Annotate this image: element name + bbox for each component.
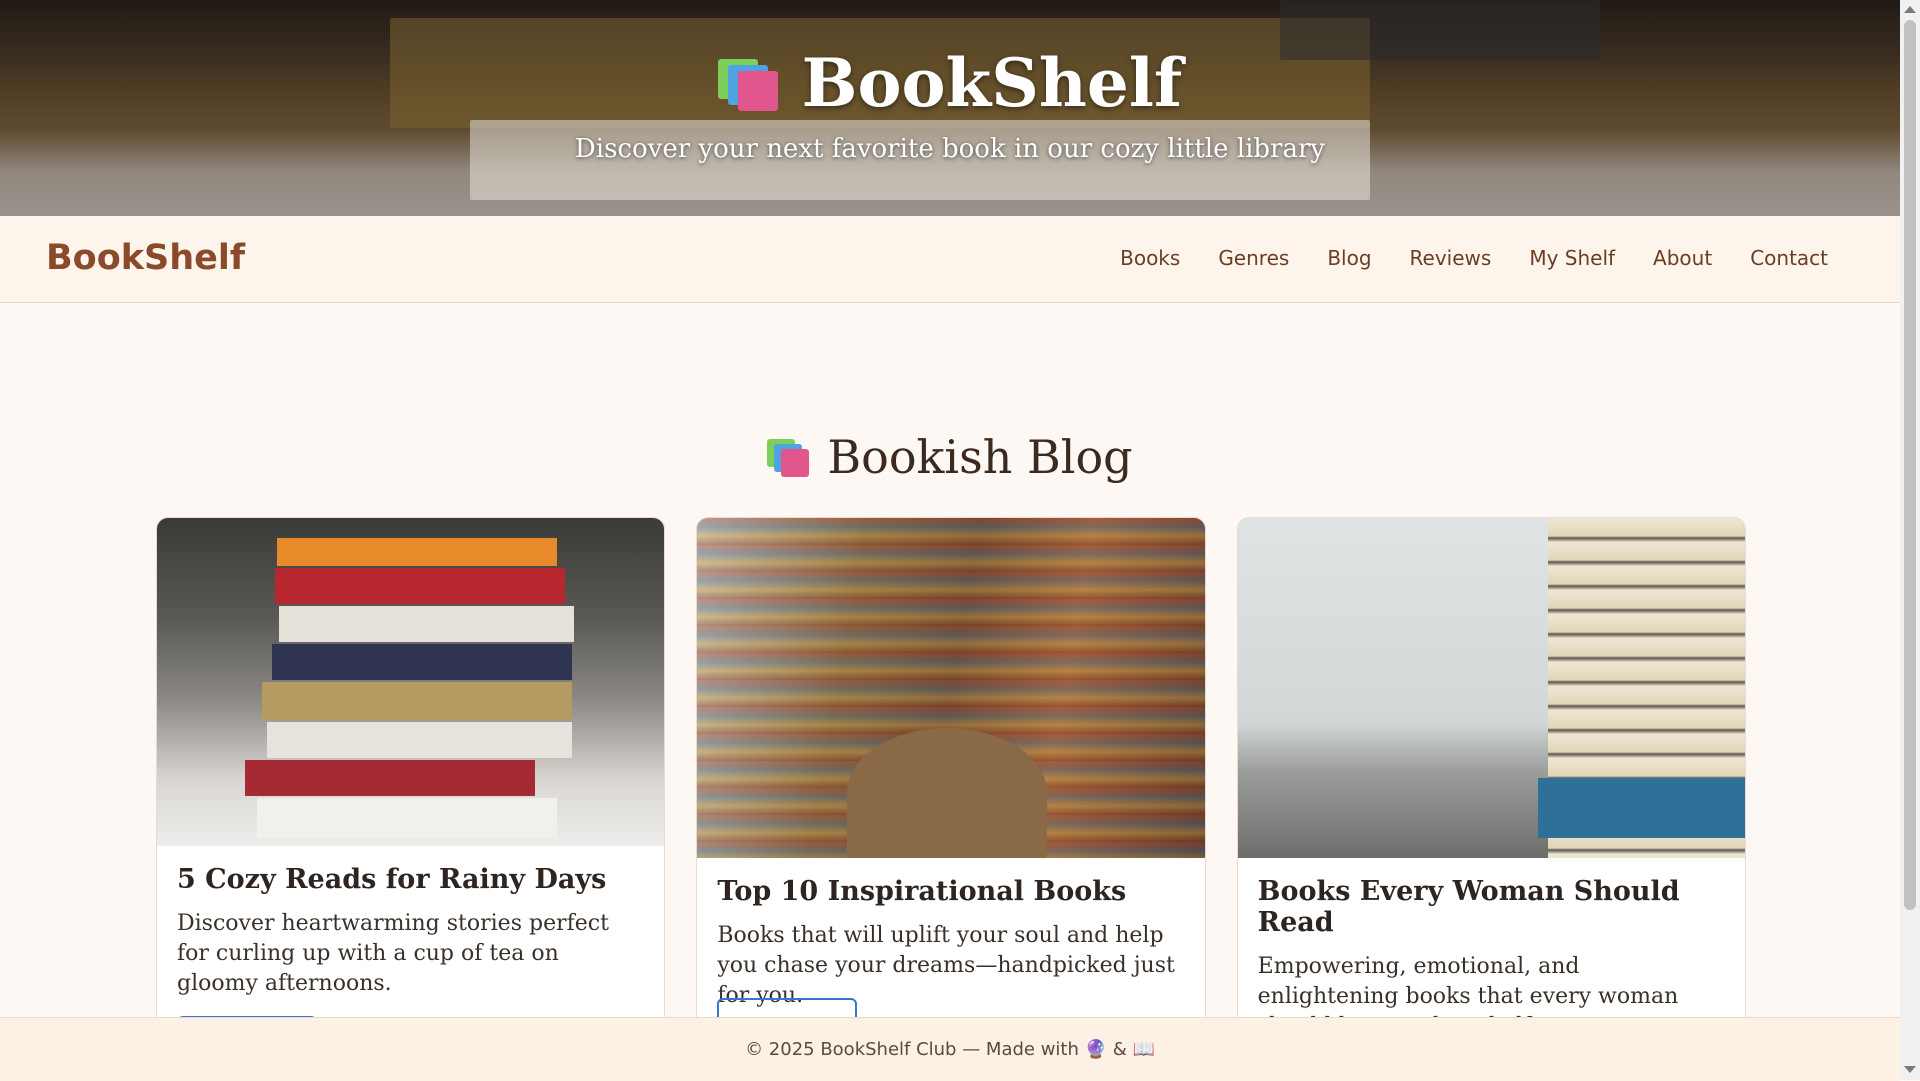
scroll-up-icon[interactable] — [1904, 6, 1916, 13]
card-title: 5 Cozy Reads for Rainy Days — [177, 864, 607, 895]
nav-link-books[interactable]: Books — [1120, 246, 1180, 270]
page-scrollbar[interactable] — [1900, 0, 1920, 1080]
blog-card[interactable]: 5 Cozy Reads for Rainy Days Discover hea… — [156, 517, 666, 1019]
card-text: Discover heartwarming stories perfect fo… — [177, 911, 609, 996]
brand-logo[interactable]: BookShelf — [46, 238, 245, 278]
footer: © 2025 BookShelf Club — Made with 🔮 & 📖 — [0, 1017, 1900, 1081]
blog-card[interactable]: Top 10 Inspirational Books Books that wi… — [696, 517, 1206, 1019]
blog-heading: Bookish Blog — [0, 430, 1900, 484]
scroll-down-icon[interactable] — [1904, 1066, 1916, 1073]
card-text: Empowering, emotional, and enlightening … — [1257, 954, 1679, 1018]
nav-links: Books Genres Blog Reviews My Shelf About… — [1120, 246, 1828, 270]
books-icon — [767, 437, 811, 477]
books-icon — [717, 55, 780, 111]
nav-link-my-shelf[interactable]: My Shelf — [1529, 246, 1615, 270]
stacked-books-image — [157, 518, 665, 846]
nav-link-contact[interactable]: Contact — [1750, 246, 1828, 270]
card-title: Top 10 Inspirational Books — [717, 876, 1127, 907]
hero-subtitle: Discover your next favorite book in our … — [574, 134, 1326, 164]
card-title: Books Every Woman Should Read — [1257, 876, 1680, 938]
nav-link-about[interactable]: About — [1653, 246, 1712, 270]
footer-text: © 2025 BookShelf Club — Made with 🔮 & 📖 — [745, 1039, 1155, 1060]
old-books-image — [1237, 518, 1745, 858]
hero-banner: BookShelf Discover your next favorite bo… — [0, 0, 1900, 216]
nav-link-blog[interactable]: Blog — [1327, 246, 1371, 270]
nav-link-reviews[interactable]: Reviews — [1410, 246, 1492, 270]
read-more-button[interactable] — [717, 998, 858, 1018]
library-shelves-image — [697, 518, 1205, 858]
hero-title: BookShelf — [0, 44, 1900, 122]
blog-cards: 5 Cozy Reads for Rainy Days Discover hea… — [156, 517, 1746, 1019]
nav-link-genres[interactable]: Genres — [1218, 246, 1289, 270]
blog-card[interactable]: Books Every Woman Should Read Empowering… — [1236, 517, 1746, 1019]
scrollbar-thumb[interactable] — [1904, 20, 1916, 910]
navbar: BookShelf Books Genres Blog Reviews My S… — [0, 216, 1900, 303]
